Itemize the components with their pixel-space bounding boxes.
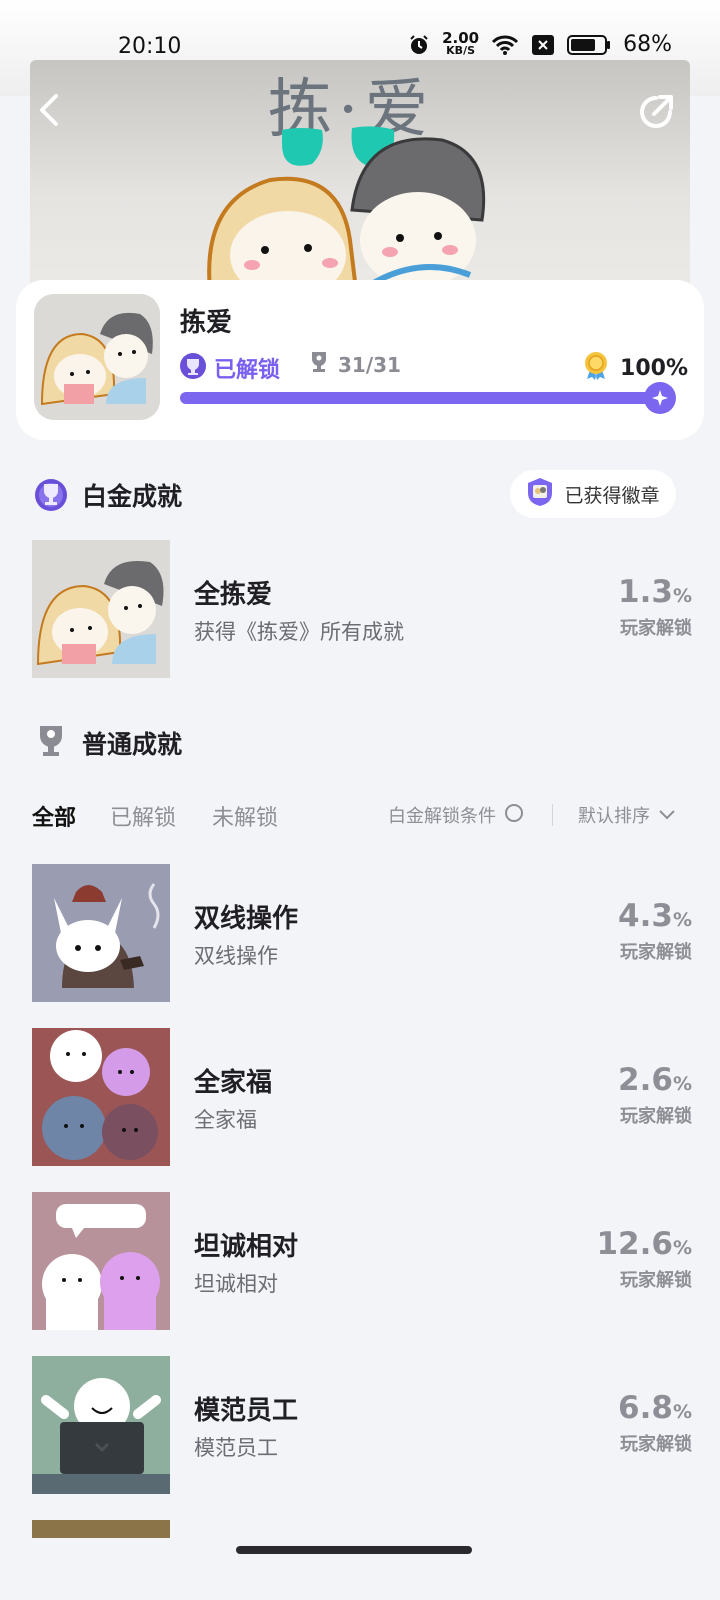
hero-banner: 拣·爱 <box>30 60 690 290</box>
achievement-item[interactable]: 双线操作 双线操作 4.3% 玩家解锁 <box>32 864 692 1004</box>
achievement-thumbnail-partial <box>32 1520 170 1540</box>
net-speed: 2.00 KB/S <box>442 31 479 57</box>
rate-label: 玩家解锁 <box>620 1434 692 1455</box>
filter-bar: 全部 已解锁 未解锁 白金解锁条件 默认排序 <box>32 796 676 836</box>
platinum-condition-toggle[interactable]: 白金解锁条件 <box>388 802 524 828</box>
achievement-item[interactable]: 全家福 全家福 2.6% 玩家解锁 <box>32 1028 692 1168</box>
rate-unit: % <box>672 1237 692 1259</box>
normal-section-title: 普通成就 <box>82 730 183 759</box>
game-card: 拣爱 已解锁 31/31 100% <box>16 280 704 440</box>
rate-unit: % <box>672 1073 692 1095</box>
achievement-name: 坦诚相对 <box>194 1232 299 1262</box>
alarm-icon <box>408 34 430 56</box>
platinum-section-header: 白金成就 <box>32 474 182 516</box>
condition-label: 白金解锁条件 <box>388 806 496 827</box>
achievement-thumbnail <box>32 1192 170 1330</box>
badge-icon <box>526 477 554 512</box>
achievement-name: 双线操作 <box>194 904 299 934</box>
sort-label: 默认排序 <box>578 806 650 827</box>
rate-unit: % <box>672 909 692 931</box>
battery-percent: 68% <box>623 32 672 57</box>
game-cover <box>34 294 160 420</box>
medal-icon <box>582 350 610 386</box>
achievement-desc: 模范员工 <box>194 1436 278 1460</box>
rate-unit: % <box>672 585 692 607</box>
tab-locked[interactable]: 未解锁 <box>212 800 278 832</box>
achievement-item[interactable]: 坦诚相对 坦诚相对 12.6% 玩家解锁 <box>32 1192 692 1332</box>
unlock-state: 已解锁 <box>178 350 280 386</box>
trophy-count-value: 31/31 <box>338 352 401 377</box>
achievement-desc: 全家福 <box>194 1108 257 1132</box>
rate-label: 玩家解锁 <box>620 1106 692 1127</box>
achievement-rate: 6.8% 玩家解锁 <box>562 1390 692 1456</box>
achievement-name: 全拣爱 <box>194 580 273 610</box>
completion: 100% <box>582 350 688 386</box>
normal-section-header: 普通成就 <box>32 722 182 764</box>
rate-value: 6.8 <box>618 1390 673 1426</box>
rate-unit: % <box>672 1401 692 1423</box>
trophy-count: 31/31 <box>308 350 401 379</box>
rate-value: 12.6 <box>596 1226 673 1262</box>
trophy-icon <box>308 350 330 379</box>
rate-label: 玩家解锁 <box>620 618 692 639</box>
rate-value: 1.3 <box>618 574 673 610</box>
home-indicator[interactable] <box>236 1546 472 1554</box>
completion-progress-bar <box>180 382 676 414</box>
rate-value: 2.6 <box>618 1062 673 1098</box>
achievement-desc: 获得《拣爱》所有成就 <box>194 620 404 644</box>
platinum-section-title: 白金成就 <box>82 482 183 511</box>
hero-illustration <box>207 126 486 290</box>
net-speed-unit: KB/S <box>446 44 476 57</box>
battery-icon <box>567 34 611 56</box>
achievement-item[interactable]: 模范员工 模范员工 6.8% 玩家解锁 <box>32 1356 692 1496</box>
achievement-name: 全家福 <box>194 1068 273 1098</box>
platinum-trophy-icon <box>178 350 208 386</box>
badge-obtained-label: 已获得徽章 <box>564 484 660 507</box>
wifi-icon <box>491 34 519 56</box>
tab-all[interactable]: 全部 <box>32 800 76 832</box>
trophy-icon <box>32 722 70 764</box>
divider <box>552 804 553 826</box>
achievement-thumbnail <box>32 540 170 678</box>
no-sim-icon <box>531 34 555 56</box>
achievement-rate: 12.6% 玩家解锁 <box>562 1226 692 1292</box>
share-button[interactable] <box>636 92 676 136</box>
progress-fill <box>180 392 670 404</box>
status-icons: 2.00 KB/S 68% <box>408 31 672 57</box>
tab-unlocked[interactable]: 已解锁 <box>110 800 176 832</box>
platinum-achievement-item[interactable]: 全拣爱 获得《拣爱》所有成就 1.3% 玩家解锁 <box>32 540 692 680</box>
platinum-trophy-icon <box>32 474 70 516</box>
achievement-rate: 2.6% 玩家解锁 <box>562 1062 692 1128</box>
achievement-thumbnail <box>32 864 170 1002</box>
radio-circle-icon <box>504 803 524 828</box>
achievement-desc: 坦诚相对 <box>194 1272 278 1296</box>
status-time: 20:10 <box>118 34 182 59</box>
rate-label: 玩家解锁 <box>620 942 692 963</box>
chevron-down-icon <box>658 805 676 826</box>
back-button[interactable] <box>36 92 64 132</box>
game-stats: 已解锁 31/31 100% <box>178 350 688 384</box>
achievement-desc: 双线操作 <box>194 944 278 968</box>
sparkle-icon <box>644 382 676 414</box>
unlock-state-label: 已解锁 <box>214 358 281 383</box>
sort-dropdown[interactable]: 默认排序 <box>578 802 676 828</box>
game-title: 拣爱 <box>180 308 233 338</box>
rate-label: 玩家解锁 <box>620 1270 692 1291</box>
achievement-thumbnail <box>32 1356 170 1494</box>
achievement-rate: 4.3% 玩家解锁 <box>562 898 692 964</box>
rate-value: 4.3 <box>618 898 673 934</box>
achievement-name: 模范员工 <box>194 1396 299 1426</box>
badge-obtained-button[interactable]: 已获得徽章 <box>510 470 676 518</box>
achievement-thumbnail <box>32 1028 170 1166</box>
achievement-rate: 1.3% 玩家解锁 <box>562 574 692 640</box>
completion-percent: 100% <box>620 355 688 381</box>
